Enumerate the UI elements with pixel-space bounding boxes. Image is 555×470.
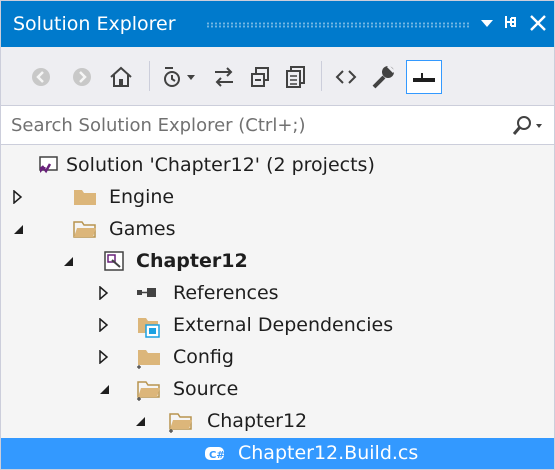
references-icon <box>135 282 157 304</box>
close-icon[interactable] <box>526 9 550 37</box>
tree-item-source[interactable]: Source <box>1 374 554 405</box>
folder-icon <box>73 186 96 208</box>
tree-item-games[interactable]: Games <box>1 214 554 245</box>
tree-item-label: Solution 'Chapter12' (2 projects) <box>66 154 375 176</box>
external-dependencies-icon <box>137 314 160 338</box>
expander-expanded-icon[interactable] <box>97 382 111 396</box>
tree-item-label: Games <box>109 218 176 240</box>
show-all-files-icon[interactable] <box>281 62 311 92</box>
tree-item-solution[interactable]: Solution 'Chapter12' (2 projects) <box>1 150 554 181</box>
title-bar: Solution Explorer <box>1 1 554 47</box>
expander-expanded-icon[interactable] <box>61 254 75 268</box>
search-icon[interactable] <box>508 113 548 143</box>
toolbar <box>1 47 554 105</box>
back-icon[interactable] <box>26 62 56 92</box>
preview-icon[interactable] <box>406 60 442 94</box>
tree-item-label: Chapter12 <box>207 410 308 432</box>
tree-item-label: Config <box>173 346 234 368</box>
expander-collapsed-icon[interactable] <box>97 286 111 300</box>
expander-expanded-icon[interactable] <box>11 222 25 236</box>
dropdown-arrow-icon[interactable] <box>475 9 499 37</box>
solution-explorer-panel: Solution Explorer Search Solution Explor… <box>0 0 555 470</box>
expander-expanded-icon[interactable] <box>133 414 147 428</box>
tree-item-label: Chapter12 <box>136 250 248 272</box>
expander-collapsed-icon[interactable] <box>97 350 111 364</box>
view-code-icon[interactable] <box>331 62 361 92</box>
properties-icon[interactable] <box>368 62 398 92</box>
home-icon[interactable] <box>106 62 136 92</box>
forward-icon[interactable] <box>67 62 97 92</box>
folder-icon <box>137 346 160 369</box>
tree-item-label: Source <box>173 378 239 400</box>
tree-item-project-chapter12[interactable]: Chapter12 <box>1 246 554 277</box>
svg-text:C#: C# <box>209 450 225 461</box>
tree-item-label: Chapter12.Build.cs <box>238 442 419 464</box>
tree-item-chapter12-folder[interactable]: Chapter12 <box>1 406 554 437</box>
folder-open-icon <box>137 378 160 401</box>
folder-open-icon <box>73 218 96 240</box>
tree-item-external-dependencies[interactable]: External Dependencies <box>1 310 554 341</box>
toolbar-separator <box>321 61 322 91</box>
csharp-file-icon: C# <box>203 443 225 465</box>
panel-title: Solution Explorer <box>13 13 176 35</box>
collapse-all-icon[interactable] <box>246 62 276 92</box>
project-icon <box>103 250 125 272</box>
expander-collapsed-icon[interactable] <box>97 318 111 332</box>
search-box[interactable]: Search Solution Explorer (Ctrl+;) <box>1 105 554 145</box>
sync-icon[interactable] <box>209 62 239 92</box>
expander-collapsed-icon[interactable] <box>11 190 25 204</box>
tree-item-config[interactable]: Config <box>1 342 554 373</box>
tree-item-engine[interactable]: Engine <box>1 182 554 213</box>
search-input[interactable]: Search Solution Explorer (Ctrl+;) <box>11 115 306 136</box>
drag-grip[interactable] <box>206 22 471 28</box>
tree-item-label: Engine <box>109 186 175 208</box>
pin-icon[interactable] <box>500 9 524 37</box>
pending-changes-icon[interactable] <box>159 62 195 92</box>
folder-open-icon <box>169 410 192 433</box>
toolbar-separator <box>149 61 150 91</box>
solution-icon <box>37 154 59 176</box>
tree-item-references[interactable]: References <box>1 278 554 309</box>
tree-item-label: External Dependencies <box>173 314 394 336</box>
tree-item-chapter12-build-cs[interactable]: C# Chapter12.Build.cs <box>1 438 554 469</box>
solution-tree: Solution 'Chapter12' (2 projects) Engine <box>1 145 554 469</box>
tree-item-label: References <box>173 282 279 304</box>
